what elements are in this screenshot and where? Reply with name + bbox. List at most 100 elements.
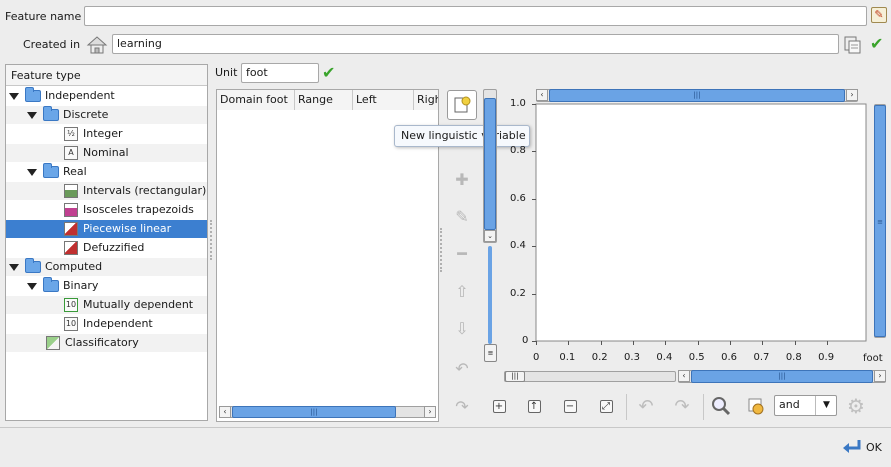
x-tick-label: 0.3 <box>624 352 640 363</box>
tree-item-real[interactable]: Real <box>6 163 207 181</box>
plus-icon: ✚ <box>455 169 469 189</box>
trapezoid-icon <box>64 203 78 217</box>
feature-type-tree: Feature type Independent Discrete ½ Integ… <box>5 64 208 421</box>
magnifier-icon <box>712 397 731 416</box>
hand-icon <box>748 398 764 415</box>
pan-button[interactable] <box>744 394 768 418</box>
chevron-down-icon[interactable]: ▼ <box>815 396 837 415</box>
ok-button[interactable]: OK <box>841 437 882 457</box>
home-icon[interactable] <box>86 34 108 56</box>
column-header[interactable]: Righ <box>414 90 438 110</box>
scrollbar-thumb[interactable] <box>484 98 496 230</box>
insert-after-button[interactable]: ↑ <box>522 394 546 418</box>
defuzzified-icon <box>64 241 78 255</box>
tree-item-classificatory[interactable]: Classificatory <box>6 334 207 352</box>
move-up-button[interactable]: ⇧ <box>447 276 477 306</box>
unit-input[interactable]: foot <box>241 63 319 83</box>
x-tick-label: 0.7 <box>753 352 770 363</box>
plot-redo-button[interactable]: ↷ <box>670 394 694 418</box>
tree-item-nominal[interactable]: A Nominal <box>6 144 207 162</box>
splitter-handle[interactable] <box>210 220 212 260</box>
scroll-left-icon[interactable]: ‹ <box>678 370 690 382</box>
tree-item-defuzzified[interactable]: Defuzzified <box>6 239 207 257</box>
scrollbar-thumb[interactable]: ||| <box>691 370 873 383</box>
splitter-handle[interactable] <box>440 228 442 272</box>
created-in-label: Created in <box>23 38 81 51</box>
fit-icon: ⤢ <box>599 399 613 413</box>
created-in-check-icon[interactable]: ✔ <box>870 36 883 52</box>
expand-icon[interactable] <box>9 92 19 100</box>
y-tick-label: 0.4 <box>510 240 526 252</box>
tree-item-integer[interactable]: ½ Integer <box>6 125 207 143</box>
settings-button[interactable]: ⚙ <box>844 394 868 418</box>
expand-icon[interactable] <box>9 263 19 271</box>
edit-button[interactable]: ✎ <box>447 201 477 231</box>
add-point-button[interactable]: ✚ <box>447 164 477 194</box>
tree-item-isosceles[interactable]: Isosceles trapezoids <box>6 201 207 219</box>
remove-point-button[interactable]: ━ <box>447 238 477 268</box>
plot-area[interactable] <box>535 103 867 342</box>
x-axis-unit: foot <box>863 353 883 364</box>
tree-item-mutually-dependent[interactable]: 10 Mutually dependent <box>6 296 207 314</box>
tree-item-binary[interactable]: Binary <box>6 277 207 295</box>
insert-after-icon: ↑ <box>527 399 541 413</box>
y-slider-handle[interactable]: ≡ <box>484 344 497 362</box>
scroll-left-icon[interactable]: ‹ <box>219 406 231 418</box>
feature-name-input[interactable] <box>84 6 867 26</box>
expand-icon[interactable] <box>27 168 37 176</box>
y-zoom-scrollbar[interactable]: ⌄ <box>483 89 497 243</box>
insert-button[interactable]: + <box>487 394 511 418</box>
bottom-horizontal-scrollbar[interactable]: ‹ ||| › <box>678 370 886 383</box>
scroll-right-icon[interactable]: › <box>424 406 436 418</box>
expand-icon[interactable] <box>27 111 37 119</box>
tree-item-piecewise-linear[interactable]: Piecewise linear <box>6 220 207 238</box>
slider-handle[interactable]: ||| <box>505 371 525 382</box>
tree-item-intervals[interactable]: Intervals (rectangular) <box>6 182 207 200</box>
column-header[interactable]: Domain foot <box>217 90 295 110</box>
scrollbar-thumb[interactable]: ||| <box>232 406 396 418</box>
tree-item-computed[interactable]: Computed <box>6 258 207 276</box>
x-tick-label: 0 <box>533 352 540 363</box>
footer-divider <box>0 427 891 428</box>
y-tick-mark <box>532 198 536 200</box>
x-zoom-slider[interactable]: ||| <box>504 371 676 382</box>
table-horizontal-scrollbar[interactable]: ‹ ||| › <box>219 406 436 418</box>
intervals-icon <box>64 184 78 198</box>
integer-icon: ½ <box>64 127 78 141</box>
y-slider-track[interactable] <box>488 246 492 344</box>
tree-item-discrete[interactable]: Discrete <box>6 106 207 124</box>
combine-select[interactable]: and ▼ <box>774 395 837 416</box>
column-header[interactable]: Range <box>295 90 353 110</box>
membership-plot[interactable] <box>498 96 890 368</box>
toolbar-separator <box>703 394 704 420</box>
enter-arrow-icon <box>843 440 861 453</box>
toolbar-separator <box>626 394 627 420</box>
undo-button[interactable]: ↶ <box>447 353 477 383</box>
tree-item-independent[interactable]: Independent <box>6 87 207 105</box>
x-tick-label: 0.9 <box>818 352 835 363</box>
y-tick-mark <box>532 151 536 153</box>
zoom-button[interactable] <box>709 394 733 418</box>
new-variable-button[interactable] <box>447 90 477 120</box>
pencil-icon[interactable]: ✎ <box>871 7 887 23</box>
created-in-input[interactable]: learning <box>112 34 839 54</box>
plot-undo-button[interactable]: ↶ <box>634 394 658 418</box>
scroll-down-icon[interactable]: ⌄ <box>484 230 496 242</box>
column-header[interactable]: Left <box>353 90 414 110</box>
tree-item-binary-independent[interactable]: 10 Independent <box>6 315 207 333</box>
browse-icon[interactable] <box>843 35 863 55</box>
y-tick-mark <box>532 104 536 105</box>
x-tick-label: 0.1 <box>559 352 576 363</box>
x-tick-label: 0.2 <box>591 352 608 363</box>
scroll-right-icon[interactable]: › <box>874 370 886 382</box>
delete-button[interactable]: − <box>558 394 582 418</box>
y-tick-label: 0.6 <box>510 192 526 204</box>
fit-button[interactable]: ⤢ <box>594 394 618 418</box>
unit-check-icon[interactable]: ✔ <box>322 65 335 81</box>
arrow-up-icon: ⇧ <box>455 281 469 301</box>
binary-icon: 10 <box>64 298 78 312</box>
y-tick-label: 0 <box>522 335 529 346</box>
move-down-button[interactable]: ⇩ <box>447 313 477 343</box>
expand-icon[interactable] <box>27 282 37 290</box>
redo-button[interactable]: ↷ <box>447 391 477 421</box>
